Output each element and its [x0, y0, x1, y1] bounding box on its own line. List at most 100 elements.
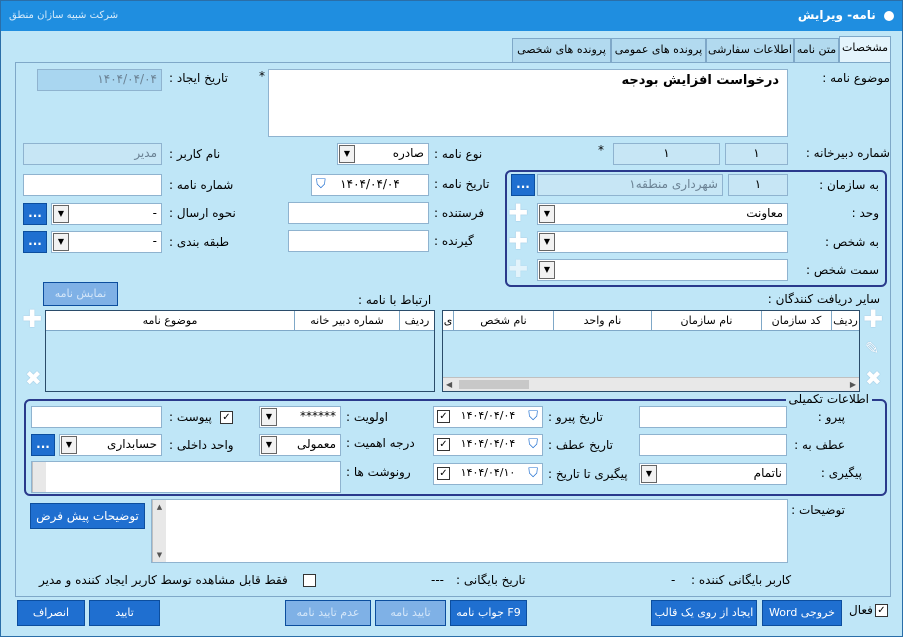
internal-unit-more-button[interactable]: ... [31, 434, 55, 456]
tab-public-files[interactable]: پرونده های عمومی [611, 38, 706, 62]
recipients-col-org-code[interactable]: کد سازمان [761, 311, 831, 331]
sender-field[interactable] [288, 202, 429, 224]
other-recipients-grid[interactable]: ردیف کد سازمان نام سازمان نام واحد نام ش… [442, 310, 860, 392]
priority-value: ****** [300, 409, 336, 423]
other-recipients-label: سایر دریافت کنندگان : [767, 292, 880, 306]
person-role-select[interactable]: ▼ [537, 259, 788, 281]
unit-select[interactable]: معاونت ▼ [537, 203, 788, 225]
attachment-field[interactable] [31, 406, 162, 428]
subject-textarea[interactable]: درخواست افزایش بودجه [268, 69, 788, 137]
ok-button[interactable]: تایید [89, 600, 160, 626]
vertical-scrollbar[interactable]: ▲ ▼ [152, 500, 166, 562]
visibility-checkbox[interactable] [303, 574, 316, 587]
tab-letter-text[interactable]: متن نامه [794, 38, 839, 62]
cancel-button[interactable]: انصراف [17, 600, 85, 626]
to-person-select[interactable]: ▼ [537, 231, 788, 253]
calendar-icon[interactable]: ⛉ [316, 177, 326, 192]
chevron-down-icon[interactable]: ▼ [339, 145, 355, 163]
scroll-left-icon[interactable]: ◀ [446, 378, 452, 392]
refer-date-field[interactable]: ⛉ ۱۴۰۴/۰۴/۰۴ ✓ [433, 434, 543, 456]
extra-info-legend: اطلاعات تکمیلی [785, 392, 872, 406]
add-recipient-icon[interactable]: ✚ [863, 307, 883, 331]
related-col-secretariat[interactable]: شماره دبیر خانه [294, 311, 399, 331]
add-related-icon[interactable]: ✚ [22, 307, 42, 331]
show-letter-button[interactable]: نمایش نامه [43, 282, 118, 306]
recipients-col-row[interactable]: ردیف [831, 311, 859, 331]
classification-more-button[interactable]: ... [23, 231, 47, 253]
scrollbar-thumb[interactable] [459, 380, 529, 389]
priority-select[interactable]: ****** ▼ [259, 406, 341, 428]
reply-letter-button[interactable]: F9 جواب نامه [450, 600, 527, 626]
recipients-col-org-name[interactable]: نام سازمان [651, 311, 761, 331]
scroll-right-icon[interactable]: ▶ [850, 378, 856, 392]
tab-private-files[interactable]: پرونده های شخصی [512, 38, 611, 62]
related-col-subject[interactable]: موضوع نامه [46, 311, 294, 331]
follow-field[interactable] [639, 406, 787, 428]
tracking-date-checkbox[interactable]: ✓ [437, 467, 450, 480]
recipients-col-person-name[interactable]: نام شخص [453, 311, 553, 331]
classification-label: طبقه بندی : [169, 235, 229, 249]
chevron-down-icon[interactable]: ▼ [53, 233, 69, 251]
confirm-letter-button[interactable]: تایید نامه [375, 600, 446, 626]
tab-custom-info[interactable]: اطلاعات سفارشی [706, 38, 794, 62]
secretariat-field-2[interactable]: ۱ [613, 143, 720, 165]
related-letters-grid[interactable]: ردیف شماره دبیر خانه موضوع نامه [45, 310, 435, 392]
follow-date-checkbox[interactable]: ✓ [437, 410, 450, 423]
create-from-template-button[interactable]: ایجاد از روی یک قالب [651, 600, 757, 626]
word-export-button[interactable]: خروجی Word [762, 600, 842, 626]
tab-specs[interactable]: مشخصات [839, 36, 891, 62]
default-notes-button[interactable]: توضیحات پیش فرض [30, 503, 145, 529]
send-method-select[interactable]: - ▼ [51, 203, 162, 225]
person-role-label: سمت شخص : [806, 263, 879, 277]
edit-recipient-icon[interactable]: ✎ [865, 339, 879, 359]
calendar-icon[interactable]: ⛉ [528, 466, 538, 481]
recipients-col-truncated[interactable]: ی [443, 311, 453, 331]
horizontal-scrollbar[interactable]: ◀ ▶ [443, 377, 859, 391]
refer-date-checkbox[interactable]: ✓ [437, 438, 450, 451]
classification-select[interactable]: - ▼ [51, 231, 162, 253]
calendar-icon[interactable]: ⛉ [528, 409, 538, 424]
chevron-down-icon[interactable]: ▼ [261, 436, 277, 454]
reject-letter-button[interactable]: عدم تایید نامه [285, 600, 371, 626]
chevron-down-icon[interactable]: ▼ [539, 261, 555, 279]
tracking-date-label: پیگیری تا تاریخ : [548, 467, 628, 481]
chevron-down-icon[interactable]: ▼ [261, 408, 277, 426]
recipients-col-unit-name[interactable]: نام واحد [553, 311, 651, 331]
cc-textarea[interactable] [31, 461, 341, 493]
remove-recipient-icon[interactable]: ✖ [865, 368, 882, 388]
notes-textarea[interactable]: ▲ ▼ [151, 499, 788, 563]
add-role-icon[interactable]: ✚ [508, 257, 528, 281]
tracking-date-field[interactable]: ⛉ ۱۴۰۴/۰۴/۱۰ ✓ [433, 463, 543, 485]
to-org-name-field[interactable]: شهرداری منطقه۱ [537, 174, 723, 196]
letter-date-field[interactable]: ⛉ ۱۴۰۴/۰۴/۰۴ [311, 174, 429, 196]
tracking-select[interactable]: ناتمام ▼ [639, 463, 787, 485]
to-org-more-button[interactable]: ... [511, 174, 535, 196]
scroll-down-icon[interactable]: ▼ [153, 548, 166, 562]
chevron-down-icon[interactable]: ▼ [539, 205, 555, 223]
follow-date-field[interactable]: ⛉ ۱۴۰۴/۰۴/۰۴ ✓ [433, 406, 543, 428]
attachment-checkbox[interactable]: ✓ [220, 411, 233, 424]
importance-select[interactable]: معمولی ▼ [259, 434, 341, 456]
secretariat-field-1[interactable]: ۱ [725, 143, 788, 165]
scroll-up-icon[interactable]: ▲ [153, 500, 166, 514]
receiver-field[interactable] [288, 230, 429, 252]
send-method-more-button[interactable]: ... [23, 203, 47, 225]
chevron-down-icon[interactable]: ▼ [641, 465, 657, 483]
internal-unit-select[interactable]: حسابداری ▼ [59, 434, 162, 456]
vertical-scrollbar[interactable] [32, 462, 46, 492]
active-checkbox[interactable]: ✓ [875, 604, 888, 617]
chevron-down-icon[interactable]: ▼ [539, 233, 555, 251]
letter-number-field[interactable] [23, 174, 162, 196]
chevron-down-icon[interactable]: ▼ [53, 205, 69, 223]
to-org-code-field[interactable]: ۱ [728, 174, 788, 196]
chevron-down-icon[interactable]: ▼ [61, 436, 77, 454]
letter-type-select[interactable]: صادره ▼ [337, 143, 429, 165]
importance-value: معمولی [296, 437, 336, 451]
calendar-icon[interactable]: ⛉ [528, 437, 538, 452]
add-person-icon[interactable]: ✚ [508, 229, 528, 253]
title-bar: نامه- ویرایش شرکت شبیه سازان منطق [1, 1, 902, 31]
refer-field[interactable] [639, 434, 787, 456]
related-col-row[interactable]: ردیف [399, 311, 434, 331]
remove-related-icon[interactable]: ✖ [25, 368, 42, 388]
add-unit-icon[interactable]: ✚ [508, 201, 528, 225]
